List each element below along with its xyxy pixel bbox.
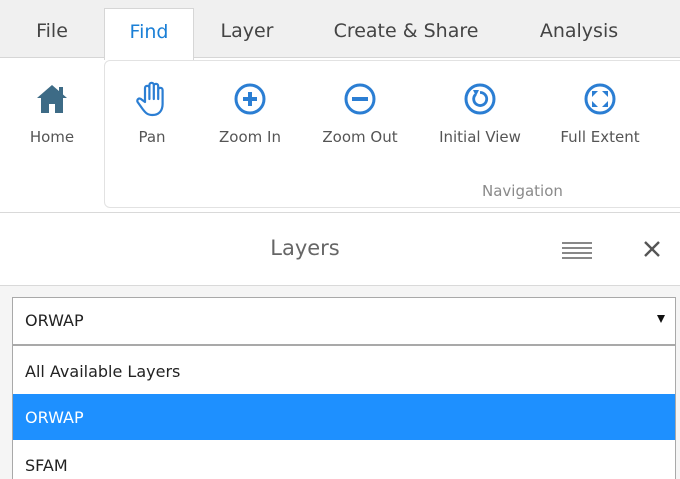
minus-circle-icon [310, 80, 410, 118]
menu-bar: File Find Layer Create & Share Analysis [0, 0, 680, 60]
home-button[interactable]: Home [2, 80, 102, 146]
option-all-available-layers[interactable]: All Available Layers [13, 348, 675, 394]
zoom-in-button[interactable]: Zoom In [200, 80, 300, 146]
plus-circle-icon [200, 80, 300, 118]
layers-panel-header: Layers [0, 212, 680, 286]
expand-icon [550, 80, 650, 118]
option-label: All Available Layers [25, 361, 181, 381]
tab-file[interactable]: File [14, 8, 90, 56]
layer-select[interactable]: ORWAP [12, 297, 676, 345]
tab-layer[interactable]: Layer [204, 8, 290, 56]
tab-label: Analysis [539, 20, 619, 42]
close-icon[interactable] [640, 237, 664, 261]
tab-analysis[interactable]: Analysis [520, 8, 638, 56]
full-extent-label: Full Extent [560, 128, 640, 146]
ribbon: Home Pan Zoom In Zoom Out Initial View F… [0, 57, 680, 212]
tab-label: Create & Share [333, 20, 479, 42]
home-icon [2, 80, 102, 118]
hand-icon [102, 80, 202, 118]
tab-label: File [36, 20, 68, 42]
option-orwap[interactable]: ORWAP [13, 394, 675, 440]
panel-title: Layers [270, 236, 340, 260]
zoom-out-button[interactable]: Zoom Out [310, 80, 410, 146]
hamburger-icon[interactable] [562, 241, 592, 261]
pan-label: Pan [138, 128, 166, 146]
app-window: File Find Layer Create & Share Analysis … [0, 0, 680, 479]
tab-find[interactable]: Find [104, 8, 194, 60]
full-extent-button[interactable]: Full Extent [550, 80, 650, 146]
zoom-out-label: Zoom Out [322, 128, 398, 146]
caret-down-icon [657, 315, 665, 323]
layer-select-dropdown: All Available Layers ORWAP SFAM [12, 345, 676, 479]
initial-view-button[interactable]: Initial View [430, 80, 530, 146]
reset-icon [430, 80, 530, 118]
home-label: Home [29, 128, 75, 146]
tab-label: Layer [220, 20, 274, 42]
initial-view-label: Initial View [439, 128, 521, 146]
option-sfam[interactable]: SFAM [13, 442, 675, 479]
tab-create-share[interactable]: Create & Share [308, 8, 504, 56]
zoom-in-label: Zoom In [219, 128, 281, 146]
tab-label: Find [129, 21, 169, 43]
option-label: ORWAP [25, 407, 84, 427]
layer-select-value: ORWAP [25, 311, 84, 330]
pan-button[interactable]: Pan [102, 80, 202, 146]
option-label: SFAM [25, 455, 68, 475]
navigation-group-label: Navigation [482, 182, 563, 200]
